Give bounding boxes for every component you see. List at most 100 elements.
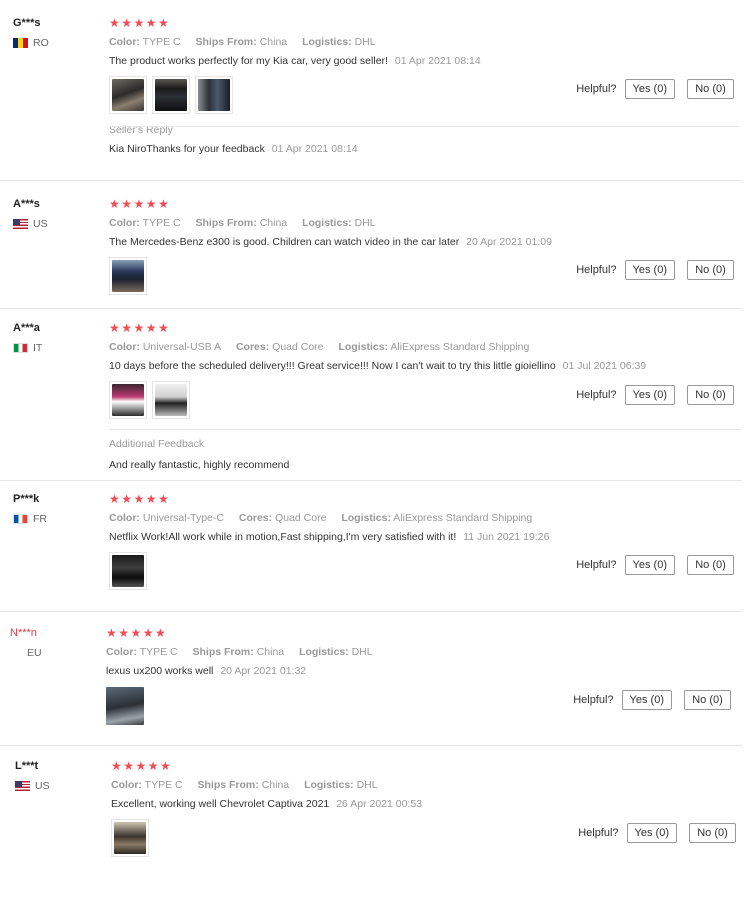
- france-flag-icon: [13, 514, 28, 524]
- seller-reply-line: Kia NiroThanks for your feedback 01 Apr …: [109, 142, 739, 156]
- ships-from-label: Ships From:: [192, 646, 254, 658]
- ships-from-value: China: [261, 779, 290, 791]
- helpful-label: Helpful?: [576, 264, 617, 276]
- logistics-label: Logistics:: [304, 779, 354, 791]
- reviewer-info: L***t US: [15, 759, 95, 792]
- helpful-no-button[interactable]: No (0): [687, 79, 734, 99]
- seller-reply-text: Kia NiroThanks for your feedback: [109, 143, 265, 155]
- review-date: 01 Jul 2021 06:39: [562, 360, 647, 372]
- review-text-line: The Mercedes-Benz e300 is good. Children…: [109, 235, 729, 249]
- helpful-yes-button[interactable]: Yes (0): [626, 823, 677, 843]
- ships-from-value: China: [259, 36, 288, 48]
- product-attributes: Color: Universal-Type-C Cores: Quad Core…: [109, 511, 729, 525]
- logistics-label: Logistics:: [302, 217, 352, 229]
- review-photo-thumbnail[interactable]: [152, 76, 190, 114]
- star-rating: ★★★★★: [109, 492, 171, 506]
- country-code: US: [35, 780, 50, 792]
- review-text: Netflix Work!All work while in motion,Fa…: [109, 531, 457, 543]
- cores-label: Cores:: [238, 512, 273, 524]
- helpful-label: Helpful?: [573, 694, 614, 706]
- review-text: The product works perfectly for my Kia c…: [109, 55, 388, 67]
- photo-image: [112, 384, 144, 416]
- review-item: N***n EU ★★★★★ Color: TYPE C Ships From:…: [0, 626, 750, 746]
- review-photo-thumbnail[interactable]: [109, 257, 147, 295]
- ships-from-label: Ships From:: [195, 217, 257, 229]
- review-photo-thumbnail[interactable]: [195, 76, 233, 114]
- review-text-line: Netflix Work!All work while in motion,Fa…: [109, 530, 729, 544]
- review-photo-thumbnail[interactable]: [152, 381, 190, 419]
- color-label: Color:: [111, 779, 142, 791]
- country-code: IT: [33, 342, 43, 354]
- helpful-no-button[interactable]: No (0): [687, 260, 734, 280]
- review-item: A***a IT ★★★★★ Color: Universal-USB A Co…: [0, 321, 750, 481]
- logistics-value: DHL: [356, 779, 378, 791]
- product-attributes: Color: TYPE C Ships From: China Logistic…: [109, 35, 729, 49]
- review-photo-thumbnail[interactable]: [109, 552, 147, 590]
- review-photo-thumbnail[interactable]: [109, 381, 147, 419]
- review-date: 20 Apr 2021 01:09: [466, 236, 552, 248]
- review-date: 20 Apr 2021 01:32: [220, 665, 307, 677]
- ships-from-label: Ships From:: [195, 36, 257, 48]
- review-item: A***s US ★★★★★ Color: TYPE C Ships From:…: [0, 197, 750, 309]
- helpful-yes-button[interactable]: Yes (0): [624, 385, 675, 405]
- photo-image: [112, 260, 144, 292]
- helpful-no-button[interactable]: No (0): [689, 823, 736, 843]
- color-label: Color:: [106, 646, 137, 658]
- review-text: The Mercedes-Benz e300 is good. Children…: [109, 236, 460, 248]
- ships-from-label: Ships From:: [197, 779, 259, 791]
- logistics-label: Logistics:: [302, 36, 352, 48]
- helpful-no-button[interactable]: No (0): [687, 385, 734, 405]
- review-item: P***k FR ★★★★★ Color: Universal-Type-C C…: [0, 492, 750, 612]
- review-text: Excellent, working well Chevrolet Captiv…: [111, 798, 330, 810]
- helpful-no-button[interactable]: No (0): [687, 555, 734, 575]
- helpful-yes-button[interactable]: Yes (0): [624, 79, 675, 99]
- romania-flag-icon: [13, 38, 28, 48]
- reviewer-name: A***s: [13, 198, 40, 210]
- star-rating: ★★★★★: [109, 16, 171, 30]
- logistics-label: Logistics:: [299, 646, 349, 658]
- review-photo-thumbnail[interactable]: [111, 819, 149, 857]
- helpful-label: Helpful?: [578, 827, 619, 839]
- reviewer-country: US: [13, 218, 93, 230]
- reviewer-info: A***s US: [13, 197, 93, 230]
- cores-value: Quad Core: [275, 512, 327, 524]
- star-rating: ★★★★★: [111, 759, 173, 773]
- review-content: ★★★★★ Color: Universal-Type-C Cores: Qua…: [109, 492, 729, 590]
- logistics-value: DHL: [351, 646, 373, 658]
- photo-image: [106, 687, 144, 725]
- helpful-yes-button[interactable]: Yes (0): [624, 555, 675, 575]
- reviewer-country: US: [15, 780, 95, 792]
- color-value: Universal-Type-C: [142, 512, 224, 524]
- review-photo-thumbnail[interactable]: [109, 76, 147, 114]
- helpful-label: Helpful?: [576, 83, 617, 95]
- reviewer-name: P***k: [13, 493, 40, 505]
- review-photo-thumbnail[interactable]: [106, 687, 144, 725]
- color-value: TYPE C: [139, 646, 178, 658]
- reviewer-country: RO: [13, 37, 93, 49]
- ships-from-value: China: [256, 646, 285, 658]
- country-code: FR: [33, 513, 47, 525]
- star-rating: ★★★★★: [106, 626, 168, 640]
- photo-image: [198, 79, 230, 111]
- seller-reply-date: 01 Apr 2021 08:14: [271, 143, 358, 155]
- reviewer-country: FR: [13, 513, 93, 525]
- helpful-yes-button[interactable]: Yes (0): [624, 260, 675, 280]
- country-code: US: [33, 218, 48, 230]
- helpful-no-button[interactable]: No (0): [684, 690, 731, 710]
- color-label: Color:: [109, 512, 140, 524]
- ships-from-value: China: [259, 217, 288, 229]
- logistics-label: Logistics:: [338, 341, 389, 353]
- helpful-yes-button[interactable]: Yes (0): [621, 690, 672, 710]
- product-attributes: Color: TYPE C Ships From: China Logistic…: [106, 645, 726, 659]
- reviewer-info: G***s RO: [13, 16, 93, 49]
- star-rating: ★★★★★: [109, 197, 171, 211]
- review-date: 11 Jun 2021 19:26: [463, 531, 550, 543]
- helpful-votes: Helpful? Yes (0) No (0): [576, 555, 734, 575]
- reviewer-name: L***t: [15, 760, 39, 772]
- review-text: 10 days before the scheduled delivery!!!…: [109, 360, 556, 372]
- logistics-value: AliExpress Standard Shipping: [390, 341, 530, 353]
- seller-reply-title: Seller's Reply: [109, 124, 173, 136]
- cores-label: Cores:: [235, 341, 270, 353]
- color-value: TYPE C: [144, 779, 183, 791]
- helpful-votes: Helpful? Yes (0) No (0): [576, 385, 734, 405]
